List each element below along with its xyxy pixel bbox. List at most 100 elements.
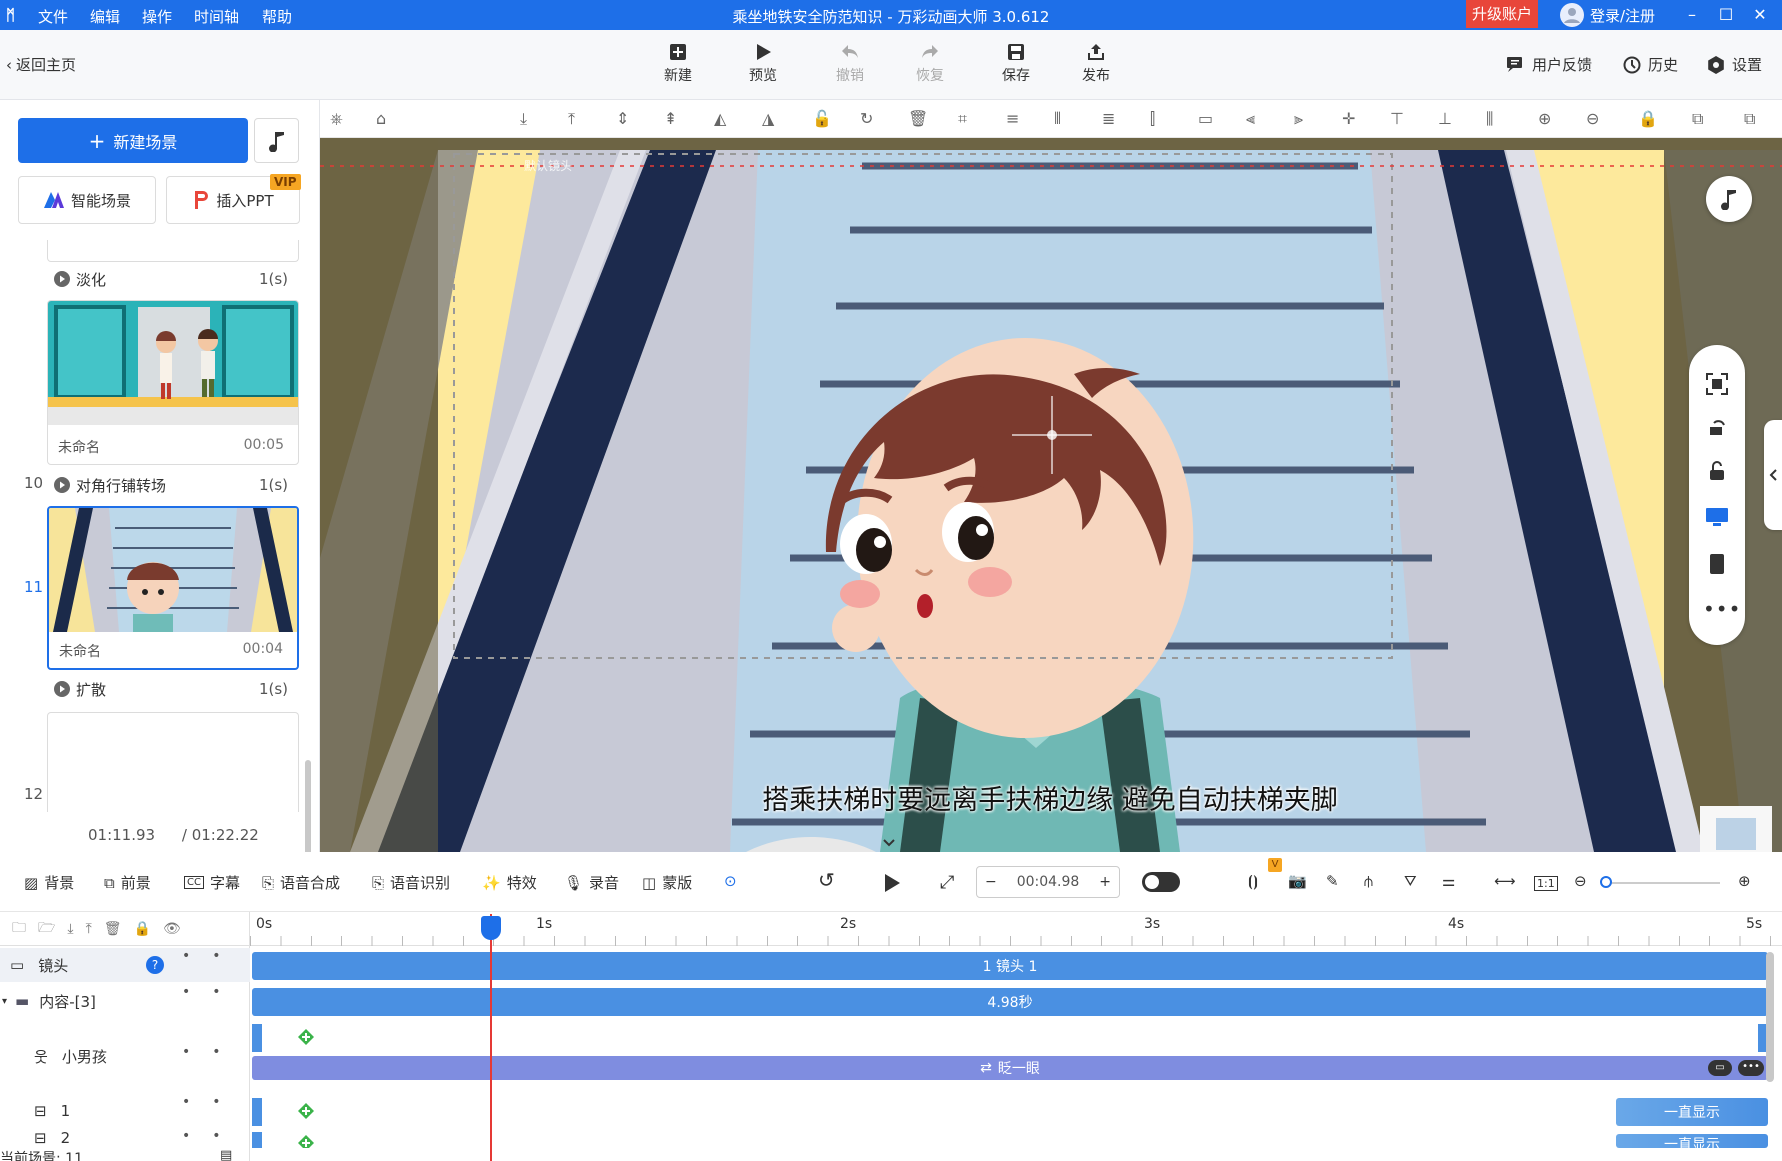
bracket-icon[interactable]: ⦗⦘ <box>1248 872 1258 890</box>
plus-icon[interactable]: + <box>1099 874 1111 890</box>
rotate-icon[interactable] <box>1706 417 1728 437</box>
track-options[interactable]: •• <box>182 1094 243 1110</box>
track-content-group[interactable]: ▾ ▬ 内容-[3] •• <box>0 984 250 1018</box>
zoom-in-icon[interactable]: ⊕ <box>1738 872 1751 890</box>
zoom-out-icon[interactable]: ⊖ <box>1586 109 1608 131</box>
track-camera[interactable]: ▭ 镜头 ? •• <box>0 948 250 982</box>
minimize-icon[interactable]: – <box>1678 2 1706 28</box>
time-ruler[interactable]: 0s 1s 2s 3s 4s 5s <box>250 912 1782 946</box>
fit-screen-icon[interactable] <box>1706 373 1728 395</box>
history-button[interactable]: 历史 <box>1622 54 1678 75</box>
menu-help[interactable]: 帮助 <box>262 6 292 27</box>
preview-button[interactable]: 预览 <box>735 42 791 85</box>
tts-button[interactable]: ⎘ 语音合成 <box>262 872 340 893</box>
lock-icon[interactable]: 🔓 <box>812 109 834 131</box>
keyframe-add-icon[interactable] <box>297 1028 315 1046</box>
toggle-switch[interactable] <box>1142 872 1180 892</box>
align-top-icon[interactable]: ⤒ <box>568 109 590 131</box>
align-bottom2-icon[interactable]: ⊥ <box>1438 109 1460 131</box>
distribute-icon[interactable]: ⇞ <box>664 109 686 131</box>
always-show-bar[interactable]: 一直显示 <box>1616 1134 1768 1148</box>
login-button[interactable]: 登录/注册 <box>1560 3 1655 27</box>
track-text-2[interactable]: ⊟ 2 •• <box>0 1128 250 1148</box>
align-center-icon[interactable]: ≡ <box>1006 109 1028 131</box>
transition-item[interactable]: 扩散 1(s) <box>54 678 288 700</box>
distribute-h-icon[interactable]: ⫼ <box>1486 109 1508 131</box>
transition-item[interactable]: 对角行铺转场 1(s) <box>54 474 288 496</box>
mask-button[interactable]: ◫ 蒙版 <box>642 872 692 893</box>
undo-button[interactable]: 撤销 <box>822 42 878 85</box>
more-icon[interactable]: ••• <box>1738 1060 1764 1076</box>
filter-icon[interactable]: ⛛ <box>1404 872 1417 890</box>
crop-icon[interactable]: ⌗ <box>958 109 980 131</box>
background-button[interactable]: ▨ 背景 <box>24 872 74 893</box>
align-middle-icon[interactable]: ⇕ <box>616 109 638 131</box>
eye-icon[interactable]: 👁 <box>163 921 181 937</box>
music-float-button[interactable] <box>1706 176 1752 222</box>
text1-bar-start[interactable] <box>252 1098 262 1126</box>
feedback-button[interactable]: 用户反馈 <box>1506 54 1592 75</box>
scene-card-11[interactable]: 未命名 00:04 <box>47 506 299 670</box>
subtitle-text[interactable]: 搭乘扶梯时要远离手扶梯边缘 避免自动扶梯夹脚 <box>720 778 1380 817</box>
zoom-slider-handle[interactable] <box>1600 876 1612 888</box>
action-bar[interactable]: ⇄ 眨一眼 <box>252 1056 1768 1080</box>
effects-button[interactable]: ✨ 特效 <box>482 872 537 893</box>
align-left-icon[interactable]: ⫷ <box>1246 109 1268 131</box>
camera-icon[interactable]: 📷 <box>1288 872 1307 890</box>
upgrade-button[interactable]: 升级账户 <box>1466 0 1538 28</box>
lock-icon[interactable]: 🔒 <box>134 921 151 937</box>
right-panel-toggle[interactable] <box>1764 420 1782 530</box>
scene-music-button[interactable] <box>254 118 299 163</box>
zoom-out-icon[interactable]: ⊖ <box>1574 872 1587 890</box>
keyframe-add-icon[interactable] <box>297 1134 315 1148</box>
comment-icon[interactable]: ▭ <box>1708 1060 1732 1076</box>
space-icon[interactable]: ⫿ <box>1150 109 1172 131</box>
timeline-scrollbar[interactable] <box>1766 952 1774 1082</box>
camera-bar[interactable]: 1 镜头 1 <box>252 952 1768 980</box>
paste-icon[interactable]: ⧉ <box>1744 109 1766 131</box>
smart-scene-button[interactable]: 智能场景 <box>18 176 156 224</box>
save-button[interactable]: 保存 <box>988 42 1044 85</box>
center-icon[interactable]: ✛ <box>1342 109 1364 131</box>
sliders-icon[interactable]: ⚌ <box>1442 872 1455 890</box>
record-button[interactable]: 🎙 录音 <box>564 872 619 893</box>
back-home-button[interactable]: ‹ 返回主页 <box>6 54 76 75</box>
track-options[interactable]: •• <box>182 1044 243 1060</box>
menu-file[interactable]: 文件 <box>38 6 68 27</box>
new-folder-icon[interactable]: 🗁 <box>38 917 55 941</box>
canvas-area[interactable]: 默认镜头 <box>320 138 1782 852</box>
move-down-icon[interactable]: ⤓ <box>67 921 73 937</box>
scene-card-partial[interactable] <box>47 240 299 262</box>
delete-icon[interactable]: 🗑 <box>908 109 930 131</box>
monitor-icon[interactable] <box>1705 507 1729 527</box>
playhead[interactable] <box>490 914 492 1161</box>
publish-button[interactable]: 发布 <box>1068 42 1124 85</box>
format-painter-icon[interactable]: ⎈ <box>330 109 352 131</box>
fit-width-icon[interactable]: ⟷ <box>1494 872 1516 890</box>
one-to-one-icon[interactable]: 1:1 <box>1534 876 1558 891</box>
more-options-icon[interactable]: ⊙ <box>724 872 737 890</box>
align-hcenter-icon[interactable]: ≣ <box>1102 109 1124 131</box>
transition-item[interactable]: 淡化 1(s) <box>54 268 288 290</box>
align-vcenter-icon[interactable]: ⦀ <box>1054 109 1076 131</box>
track-options[interactable]: •• <box>182 948 243 964</box>
new-button[interactable]: 新建 <box>650 42 706 85</box>
align-icon[interactable]: ⫛ <box>1364 872 1373 890</box>
maximize-icon[interactable]: ☐ <box>1712 2 1740 28</box>
copy-icon[interactable]: ⧉ <box>1692 109 1714 131</box>
minus-icon[interactable]: − <box>985 874 997 890</box>
rotate-icon[interactable]: ↻ <box>860 109 882 131</box>
zoom-slider[interactable] <box>1604 882 1720 884</box>
text2-bar-start[interactable] <box>252 1132 262 1148</box>
content-bar[interactable]: 4.98秒 <box>252 988 1768 1016</box>
unlock-icon[interactable]: 🔒 <box>1638 109 1660 131</box>
close-icon[interactable]: ✕ <box>1746 2 1774 28</box>
settings-button[interactable]: 设置 <box>1706 54 1762 75</box>
time-stepper[interactable]: − 00:04.98 + <box>976 866 1120 898</box>
menu-edit[interactable]: 编辑 <box>90 6 120 27</box>
fullscreen-icon[interactable]: ⤢ <box>940 872 954 893</box>
flip-vertical-icon[interactable]: ◮ <box>762 109 784 131</box>
new-scene-button[interactable]: + 新建场景 <box>18 118 248 163</box>
play-icon[interactable] <box>882 872 902 894</box>
move-up-icon[interactable]: ⤒ <box>86 921 92 937</box>
